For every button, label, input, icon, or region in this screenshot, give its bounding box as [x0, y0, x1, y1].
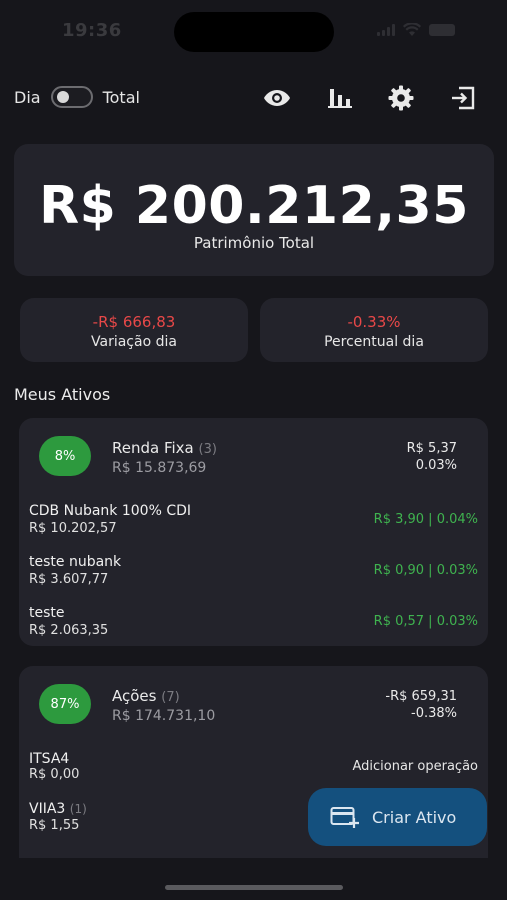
gear-icon[interactable]	[387, 84, 415, 112]
asset-value: R$ 10.202,57	[29, 521, 117, 536]
toggle-knob	[56, 91, 69, 103]
add-card-icon	[330, 807, 359, 828]
home-indicator	[165, 885, 343, 890]
asset-name[interactable]: ITSA4	[29, 751, 69, 767]
daily-variation-card: -R$ 666,83 Variação dia	[20, 298, 248, 362]
group-change-value: -R$ 659,31	[385, 689, 457, 704]
battery-icon	[429, 23, 455, 36]
dynamic-island	[174, 12, 334, 52]
group-name: Renda Fixa (3)	[112, 439, 217, 457]
eye-icon[interactable]	[263, 84, 291, 112]
group-total: R$ 15.873,69	[112, 460, 207, 476]
total-value: R$ 200.212,35	[39, 176, 469, 236]
day-total-toggle[interactable]	[50, 86, 93, 108]
daily-variation-value: -R$ 666,83	[92, 313, 176, 331]
toolbar: Dia Total	[0, 80, 507, 116]
total-patrimony-card: R$ 200.212,35 Patrimônio Total	[14, 144, 494, 276]
toggle-label-total: Total	[102, 87, 140, 107]
status-icons	[377, 23, 455, 36]
status-bar: 19:36	[0, 0, 507, 62]
asset-group-card[interactable]: 8% Renda Fixa (3) R$ 15.873,69 R$ 5,37 0…	[19, 418, 488, 646]
group-name: Ações (7)	[112, 687, 180, 705]
create-asset-label: Criar Ativo	[372, 807, 457, 827]
group-change-pct: -0.38%	[411, 706, 457, 721]
asset-name-row[interactable]: VIIA3 (1)	[29, 801, 87, 817]
group-change: -R$ 659,31 -0.38%	[385, 688, 457, 722]
group-count: (3)	[198, 442, 217, 457]
asset-value: R$ 0,00	[29, 767, 80, 782]
allocation-badge: 87%	[39, 684, 91, 724]
group-name-text: Ações	[112, 687, 157, 705]
daily-percent-value: -0.33%	[347, 313, 401, 331]
asset-name[interactable]: teste	[29, 605, 65, 621]
create-asset-button[interactable]: Criar Ativo	[308, 788, 487, 846]
group-change: R$ 5,37 0.03%	[407, 440, 457, 474]
asset-value: R$ 2.063,35	[29, 623, 109, 638]
asset-change: R$ 0,90 | 0.03%	[373, 563, 478, 578]
status-time: 19:36	[62, 20, 122, 41]
daily-percent-card: -0.33% Percentual dia	[260, 298, 488, 362]
section-title: Meus Ativos	[14, 385, 111, 404]
group-change-value: R$ 5,37	[406, 441, 457, 456]
bar-chart-icon[interactable]	[326, 84, 354, 112]
asset-change: R$ 3,90 | 0.04%	[373, 512, 478, 527]
asset-name[interactable]: CDB Nubank 100% CDI	[29, 503, 191, 519]
asset-value: R$ 1,55	[29, 818, 80, 833]
asset-change: R$ 0,57 | 0.03%	[373, 614, 478, 629]
day-total-toggle-group: Dia Total	[14, 86, 140, 108]
asset-name: VIIA3	[29, 801, 66, 817]
signal-icon	[377, 23, 395, 36]
asset-count: (1)	[69, 802, 87, 816]
daily-percent-label: Percentual dia	[324, 334, 424, 350]
daily-variation-label: Variação dia	[91, 334, 177, 350]
group-total: R$ 174.731,10	[112, 708, 216, 724]
asset-value: R$ 3.607,77	[29, 572, 109, 587]
toggle-label-day: Dia	[14, 87, 41, 107]
group-name-text: Renda Fixa	[112, 439, 194, 457]
logout-icon[interactable]	[449, 84, 477, 112]
asset-name[interactable]: teste nubank	[29, 554, 121, 570]
group-change-pct: 0.03%	[415, 458, 457, 473]
group-count: (7)	[161, 690, 180, 705]
total-label: Patrimônio Total	[193, 234, 315, 252]
add-operation-link[interactable]: Adicionar operação	[352, 759, 478, 774]
allocation-badge: 8%	[39, 436, 91, 476]
wifi-icon	[403, 23, 421, 36]
